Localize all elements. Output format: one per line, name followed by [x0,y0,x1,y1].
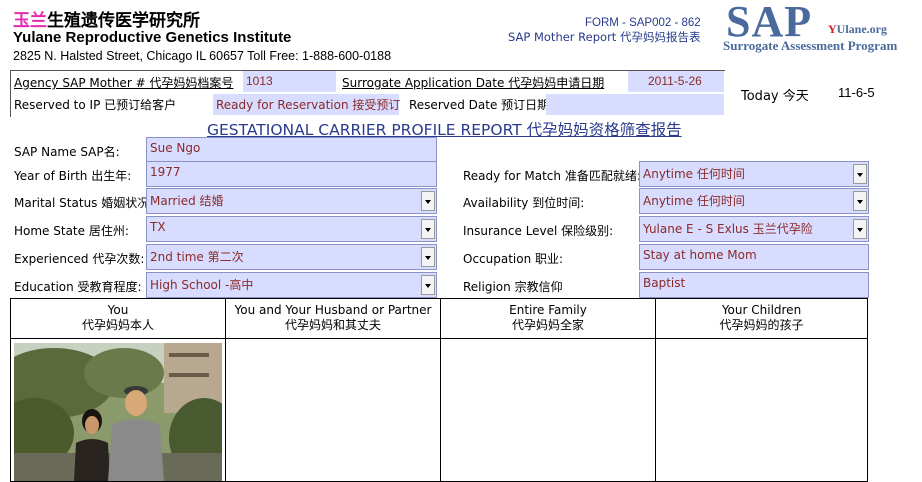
education-select[interactable]: High School -高中 [146,272,437,298]
surrogate-date-label-text: Surrogate Application Date 代孕妈妈申请日期 [342,76,605,90]
home-state-label: Home State 居住州: [14,224,129,238]
availability-select[interactable]: Anytime 任何时间 [639,188,869,214]
column-title-en: You [107,303,129,317]
education-value: High School -高中 [150,278,254,292]
sap-logo: SAP YUlane.org Surrogate Assessment Prog… [723,0,922,56]
photo-column-family: Entire Family 代孕妈妈全家 [441,299,656,481]
photo-column-children: Your Children 代孕妈妈的孩子 [656,299,867,481]
availability-value: Anytime 任何时间 [643,194,745,208]
institute-name-en: Yulane Reproductive Genetics Institute [13,29,292,46]
photo-column-you: You 代孕妈妈本人 [11,299,226,481]
year-of-birth-field[interactable]: 1977 [146,161,437,187]
ready-for-match-label: Ready for Match 准备匹配就绪: [463,169,641,183]
institute-cn-rest: 生殖遗传医学研究所 [47,11,200,31]
photo-column-header: You and Your Husband or Partner 代孕妈妈和其丈夫 [226,299,440,339]
agency-number-field[interactable]: 1013 [243,71,336,92]
experienced-label: Experienced 代孕次数: [14,252,145,266]
form-number: FORM - SAP002 - 862 [585,17,701,29]
logo-url: YUlane.org [828,22,887,37]
chevron-down-icon[interactable] [853,164,867,184]
surrogate-photo [14,343,222,481]
education-label: Education 受教育程度: [14,280,142,294]
occupation-field[interactable]: Stay at home Mom [639,244,869,270]
reserved-date-field[interactable] [546,94,724,115]
chevron-down-icon[interactable] [853,191,867,211]
logo-subtitle: Surrogate Assessment Program [723,38,898,53]
home-state-select[interactable]: TX [146,216,437,242]
ready-for-match-select[interactable]: Anytime 任何时间 [639,161,869,187]
occupation-label: Occupation 职业: [463,252,564,266]
column-title-en: You and Your Husband or Partner [234,303,432,317]
experienced-value: 2nd time 第二次 [150,250,244,264]
agency-number-value: 1013 [246,74,273,88]
marital-status-select[interactable]: Married 结婚 [146,188,437,214]
reserved-to-ip-label: Reserved to IP 已预订给客户 [14,98,177,112]
column-title-cn: 代孕妈妈和其丈夫 [284,318,381,332]
institute-address: 2825 N. Halsted Street, Chicago IL 60657… [13,49,392,63]
marital-status-label: Marital Status 婚姻状况: [14,196,154,210]
institute-name-cn: 玉兰生殖遗传医学研究所 [13,6,200,31]
agency-label-text: Agency SAP Mother # 代孕妈妈档案号 [14,76,234,90]
photo-column-header: Your Children 代孕妈妈的孩子 [656,299,867,339]
photo-column-header: Entire Family 代孕妈妈全家 [441,299,655,339]
surrogate-date-label: Surrogate Application Date 代孕妈妈申请日期 [342,74,604,91]
sap-name-sap-label: SAP Name SAP名: [14,145,120,159]
column-title-cn: 代孕妈妈本人 [81,318,154,332]
year-of-birth-value: 1977 [150,165,181,179]
availability-label: Availability 到位时间: [463,196,585,210]
today-value: 11-6-5 [838,85,875,100]
chevron-down-icon[interactable] [421,275,435,295]
sap-name-sap-field[interactable]: Sue Ngo [146,137,437,163]
religion-field[interactable]: Baptist [639,272,869,298]
logo-url-rest: Ulane.org [836,22,887,36]
column-title-en: Entire Family [509,303,587,317]
form-title: SAP Mother Report 代孕妈妈报告表 [508,30,701,44]
logo-url-y: Y [828,22,837,36]
insurance-level-select[interactable]: Yulane E - S Exlus 玉兰代孕险 [639,216,869,242]
photo-column-header: You 代孕妈妈本人 [11,299,225,339]
marital-status-value: Married 结婚 [150,194,224,208]
reserved-date-label: Reserved Date 预订日期 [409,98,550,112]
photo-grid: You 代孕妈妈本人 You and Your Husband or Partn… [10,298,868,482]
chevron-down-icon[interactable] [421,191,435,211]
column-title-cn: 代孕妈妈全家 [511,318,584,332]
photo-column-husband: You and Your Husband or Partner 代孕妈妈和其丈夫 [226,299,441,481]
reservation-status-field[interactable]: Ready for Reservation 接受预订 [213,94,401,115]
experienced-select[interactable]: 2nd time 第二次 [146,244,437,270]
surrogate-date-value: 2011-5-26 [648,74,702,88]
religion-label: Religion 宗教信仰 [463,280,563,294]
chevron-down-icon[interactable] [421,219,435,239]
reservation-status-value: Ready for Reservation 接受预订 [216,98,401,112]
surrogate-photo-image [14,343,222,481]
religion-value: Baptist [643,276,686,290]
surrogate-date-field[interactable]: 2011-5-26 [628,71,724,92]
occupation-value: Stay at home Mom [643,248,757,262]
chevron-down-icon[interactable] [421,247,435,267]
sap-name-sap-value: Sue Ngo [150,141,201,155]
column-title-en: Your Children [721,303,802,317]
ready-for-match-value: Anytime 任何时间 [643,167,745,181]
home-state-value: TX [150,220,166,234]
insurance-level-value: Yulane E - S Exlus 玉兰代孕险 [643,222,813,236]
insurance-level-label: Insurance Level 保险级别: [463,224,614,238]
today-label: Today 今天 [741,89,809,104]
institute-cn-prefix: 玉兰 [13,11,47,31]
year-of-birth-label: Year of Birth 出生年: [14,169,132,183]
agency-label: Agency SAP Mother # 代孕妈妈档案号 [14,74,233,91]
chevron-down-icon[interactable] [853,219,867,239]
column-title-cn: 代孕妈妈的孩子 [719,318,804,332]
